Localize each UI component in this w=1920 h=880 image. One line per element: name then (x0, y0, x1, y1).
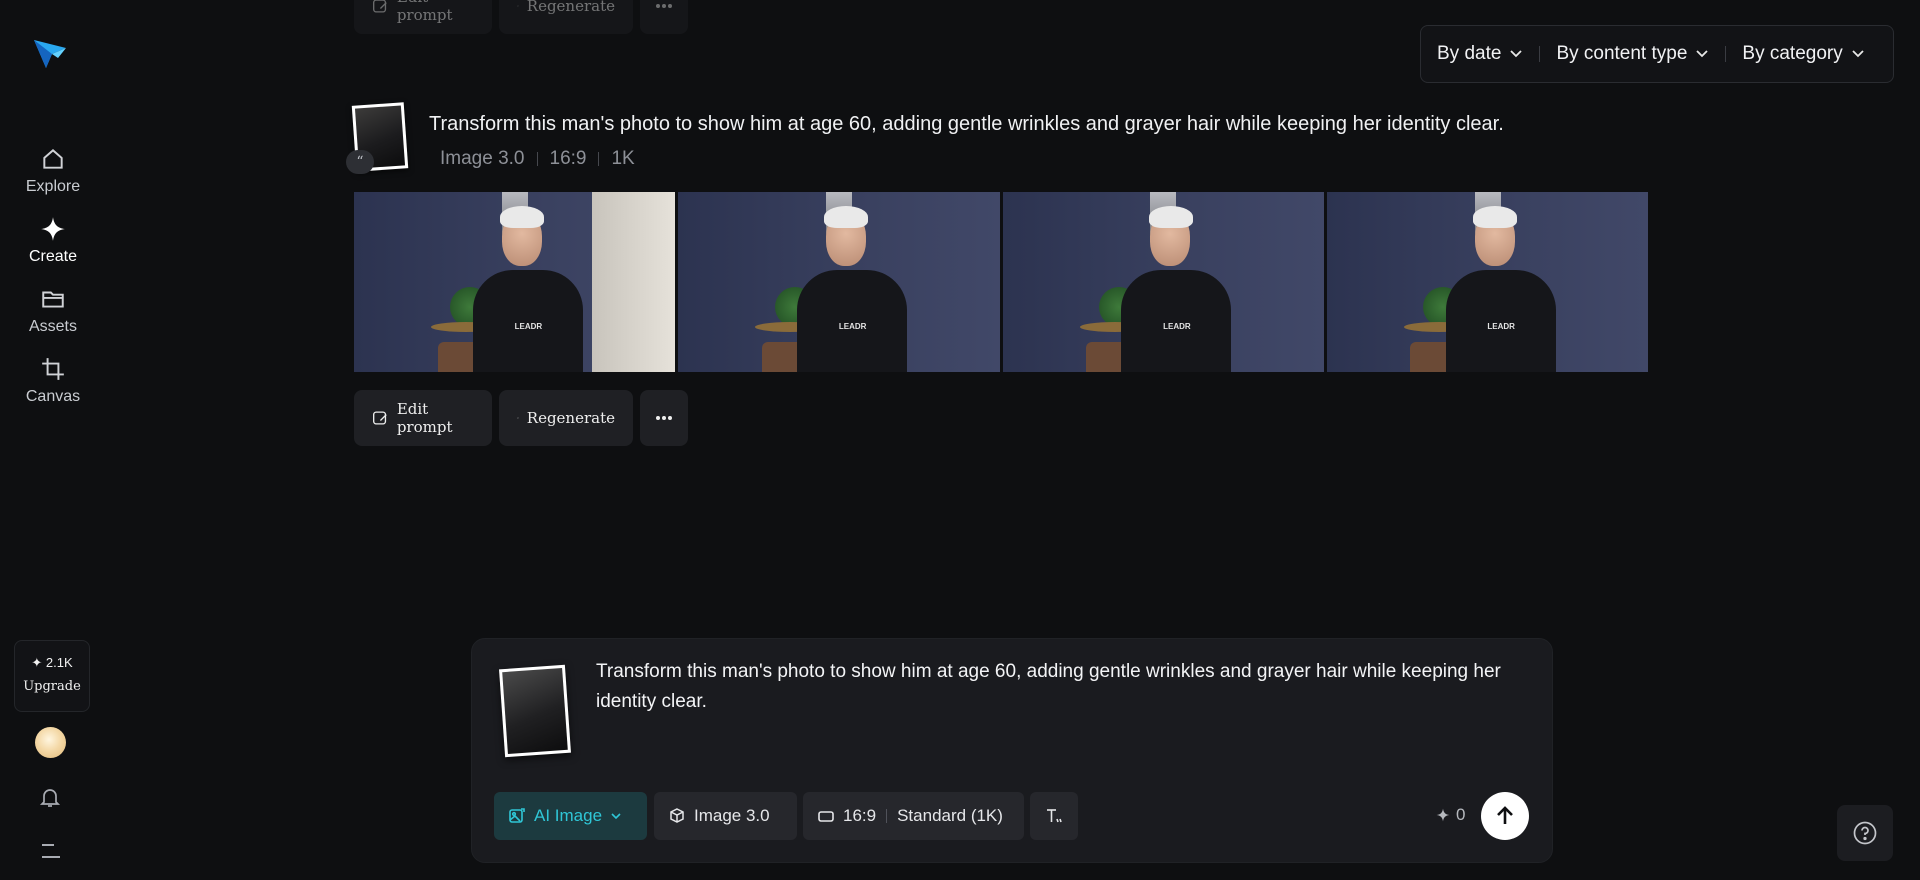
refresh-icon (517, 5, 519, 7)
help-icon (1853, 821, 1877, 845)
divider (598, 152, 600, 166)
model-select[interactable]: Image 3.0 (654, 792, 797, 840)
chevron-down-icon (1510, 50, 1523, 58)
credit-cost-value: 0 (1456, 805, 1466, 824)
shirt-logo-text: LEADR (1487, 322, 1515, 331)
generated-image[interactable]: LEADR (678, 192, 1000, 372)
folder-icon (42, 291, 64, 308)
edit-prompt-button[interactable]: Edit prompt (354, 390, 492, 446)
text-format-icon (1047, 809, 1062, 823)
generated-image[interactable]: LEADR (354, 192, 676, 372)
filter-bar: By date By content type By category (1420, 25, 1894, 83)
refresh-icon (517, 417, 519, 419)
chevron-down-icon (1852, 50, 1864, 58)
mode-select[interactable]: AI Image (494, 792, 647, 840)
chevron-down-icon (1696, 50, 1709, 58)
regenerate-button[interactable]: Regenerate (499, 390, 633, 446)
sidebar-item-label: Explore (25, 178, 81, 195)
divider (536, 152, 538, 166)
filter-by-category[interactable]: By category (1726, 26, 1880, 82)
cube-icon (670, 808, 684, 823)
sidebar-item-canvas[interactable]: Canvas (0, 356, 106, 406)
generation-meta: Image 3.0 16:9 1K (440, 148, 635, 170)
sidebar-item-assets[interactable]: Assets (0, 286, 106, 336)
generated-images: LEADR LEADR LEADR LEADR (354, 192, 1648, 372)
app-logo[interactable] (32, 34, 68, 70)
edit-icon (373, 411, 387, 425)
chevron-down-icon (611, 813, 621, 820)
filter-by-date[interactable]: By date (1421, 26, 1539, 82)
filter-by-content-type[interactable]: By content type (1540, 26, 1725, 82)
image-icon (509, 808, 525, 823)
filter-label: By content type (1556, 43, 1688, 64)
more-options-button[interactable] (640, 0, 688, 34)
generated-image[interactable]: LEADR (1326, 192, 1648, 372)
bell-icon[interactable] (38, 785, 62, 809)
filter-label: By category (1742, 43, 1843, 64)
divider (886, 809, 888, 823)
sparkle-icon (41, 217, 65, 241)
sidebar-item-create[interactable]: Create (0, 216, 106, 266)
model-tag: Image 3.0 (440, 148, 525, 169)
quality-label: Standard (1K) (897, 806, 1003, 825)
credit-balance: ✦ 2.1K (31, 655, 73, 670)
regenerate-label: Regenerate (526, 0, 615, 15)
prompt-composer: Transform this man's photo to show him a… (471, 638, 1553, 863)
shirt-logo-text: LEADR (838, 322, 867, 331)
edit-icon (373, 0, 387, 13)
sparkle-icon (1436, 808, 1450, 822)
filter-label: By date (1437, 43, 1502, 64)
more-icon (656, 416, 672, 420)
send-button[interactable] (1481, 792, 1529, 840)
shirt-logo-text: LEADR (1163, 322, 1191, 331)
sidebar-item-label: Create (28, 248, 78, 265)
aspect-ratio-icon (818, 811, 834, 822)
home-icon (43, 149, 63, 169)
upgrade-button[interactable]: Upgrade (15, 679, 89, 694)
help-button[interactable] (1837, 805, 1893, 861)
edit-prompt-button[interactable]: Edit prompt (354, 0, 492, 34)
upgrade-card[interactable]: ✦ 2.1K Upgrade (14, 640, 90, 712)
shirt-logo-text: LEADR (514, 322, 543, 331)
more-icon (656, 4, 672, 8)
mode-label: AI Image (534, 806, 603, 825)
more-options-button[interactable] (640, 390, 688, 446)
sidebar-item-label: Assets (28, 318, 77, 335)
ratio-tag: 16:9 (549, 148, 587, 169)
sidebar-item-explore[interactable]: Explore (0, 146, 106, 196)
credit-cost: 0 (1436, 805, 1465, 825)
ratio-quality-select[interactable]: 16:9 Standard (1K) (803, 792, 1024, 840)
arrow-up-icon (1497, 806, 1513, 824)
ratio-label: 16:9 (843, 806, 877, 825)
model-label: Image 3.0 (694, 806, 770, 825)
text-style-button[interactable] (1030, 792, 1078, 840)
edit-prompt-label: Edit prompt (396, 400, 453, 436)
avatar[interactable] (35, 727, 66, 758)
sidebar: Explore Create Assets Canvas ✦ 2.1K Upgr… (0, 0, 106, 880)
quote-badge: “ (346, 150, 374, 174)
regenerate-label: Regenerate (526, 409, 615, 427)
generation-prompt: Transform this man's photo to show him a… (429, 113, 1504, 135)
generated-image[interactable]: LEADR (1002, 192, 1324, 372)
prompt-input[interactable]: Transform this man's photo to show him a… (596, 657, 1526, 717)
menu-icon[interactable] (40, 842, 62, 860)
resolution-tag: 1K (611, 148, 635, 169)
crop-icon (42, 358, 64, 380)
regenerate-button[interactable]: Regenerate (499, 0, 633, 34)
sidebar-item-label: Canvas (25, 388, 81, 405)
reference-image-thumbnail[interactable] (499, 664, 571, 758)
edit-prompt-label: Edit prompt (396, 0, 453, 24)
